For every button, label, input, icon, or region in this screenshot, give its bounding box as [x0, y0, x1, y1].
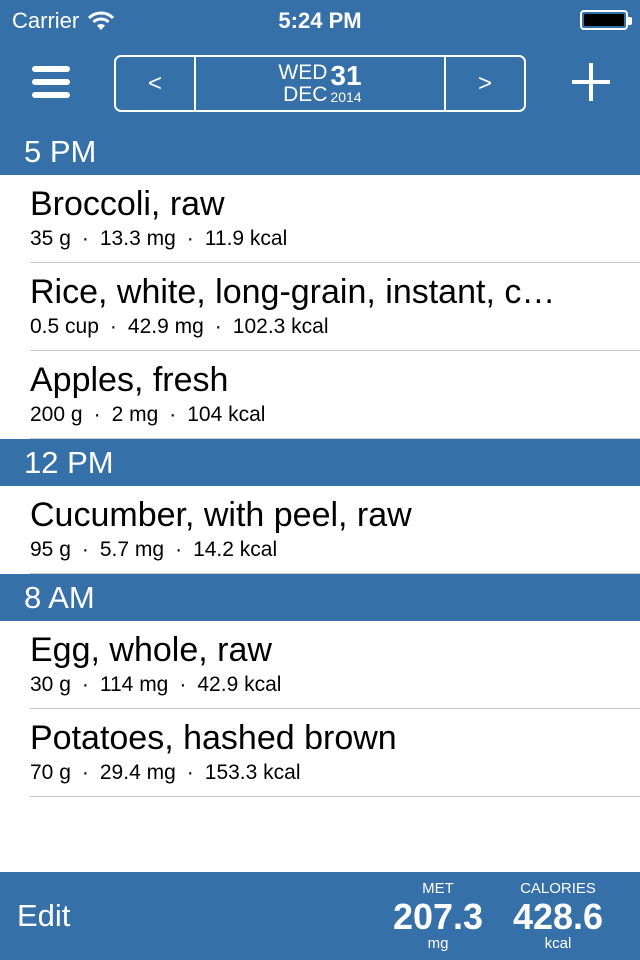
met-total: MET 207.3 mg	[388, 880, 488, 952]
calories-total: CALORIES 428.6 kcal	[506, 880, 610, 952]
bottom-bar: Edit MET 207.3 mg CALORIES 428.6 kcal	[0, 872, 640, 960]
battery-icon	[580, 10, 632, 30]
separator-dot: ·	[81, 761, 89, 784]
food-amount: 70 g	[30, 761, 71, 784]
separator-dot: ·	[186, 761, 194, 784]
food-amount: 0.5 cup	[30, 315, 99, 338]
separator-dot: ·	[186, 227, 194, 250]
food-details: 70 g · 29.4 mg · 153.3 kcal	[30, 759, 640, 787]
food-kcal: 11.9 kcal	[204, 227, 288, 250]
food-entry-row[interactable]: Apples, fresh 200 g · 2 mg · 104 kcal	[0, 351, 640, 439]
food-amount: 35 g	[30, 227, 71, 250]
met-unit: mg	[427, 935, 449, 952]
status-bar: Carrier 5:24 PM	[0, 0, 640, 40]
food-amount: 95 g	[30, 538, 71, 561]
food-mg: 13.3 mg	[99, 227, 176, 250]
add-icon[interactable]	[572, 63, 610, 101]
separator-dot: ·	[109, 315, 117, 338]
food-kcal: 153.3 kcal	[204, 761, 301, 784]
month-label: DEC	[283, 82, 328, 106]
edit-button[interactable]: Edit	[17, 898, 70, 934]
separator-dot: ·	[81, 227, 89, 250]
food-details: 0.5 cup · 42.9 mg · 102.3 kcal	[30, 313, 640, 341]
met-value: 207.3	[392, 896, 484, 937]
menu-icon[interactable]	[32, 66, 70, 98]
date-display[interactable]: WED DEC 31 2014	[196, 57, 444, 110]
top-bar: Carrier 5:24 PM < WED DEC 31 2014 >	[0, 0, 640, 128]
separator-dot: ·	[214, 315, 222, 338]
food-mg: 114 mg	[99, 673, 169, 696]
food-name: Rice, white, long-grain, instant, c…	[30, 273, 556, 311]
food-kcal: 102.3 kcal	[232, 315, 329, 338]
weekday-label: WED	[278, 60, 328, 84]
food-kcal: 42.9 kcal	[197, 673, 282, 696]
status-time: 5:24 PM	[278, 8, 362, 33]
calories-value: 428.6	[512, 896, 604, 937]
food-entry-row[interactable]: Rice, white, long-grain, instant, c… 0.5 …	[0, 263, 640, 351]
day-label: 31	[330, 59, 362, 91]
calories-unit: kcal	[544, 935, 572, 952]
food-mg: 42.9 mg	[127, 315, 204, 338]
food-details: 30 g · 114 mg · 42.9 kcal	[30, 671, 640, 699]
separator-dot: ·	[175, 538, 183, 561]
food-mg: 29.4 mg	[99, 761, 176, 784]
food-mg: 5.7 mg	[99, 538, 165, 561]
food-kcal: 14.2 kcal	[193, 538, 278, 561]
separator-dot: ·	[93, 403, 101, 426]
food-log-list: 5 PM Broccoli, raw 35 g · 13.3 mg · 11.9 kcal R…	[0, 128, 640, 797]
food-details: 95 g · 5.7 mg · 14.2 kcal	[30, 536, 640, 564]
previous-day-button[interactable]: <	[116, 57, 196, 110]
food-name: Potatoes, hashed brown	[30, 719, 397, 757]
separator-dot: ·	[169, 403, 177, 426]
year-label: 2014	[330, 88, 362, 105]
food-kcal: 104 kcal	[187, 403, 266, 426]
separator-dot: ·	[81, 538, 89, 561]
food-details: 35 g · 13.3 mg · 11.9 kcal	[30, 225, 640, 253]
food-amount: 200 g	[30, 403, 83, 426]
separator-dot: ·	[81, 673, 89, 696]
food-entry-row[interactable]: Cucumber, with peel, raw 95 g · 5.7 mg · 14.2…	[0, 486, 640, 574]
section-header: 5 PM	[0, 128, 640, 175]
food-details: 200 g · 2 mg · 104 kcal	[30, 401, 640, 429]
separator-dot: ·	[179, 673, 187, 696]
food-name: Apples, fresh	[30, 361, 229, 399]
food-name: Cucumber, with peel, raw	[30, 496, 412, 534]
next-day-button[interactable]: >	[444, 57, 524, 110]
food-entry-row[interactable]: Potatoes, hashed brown 70 g · 29.4 mg · 153.3…	[0, 709, 640, 797]
food-name: Broccoli, raw	[30, 185, 225, 223]
food-amount: 30 g	[30, 673, 71, 696]
section-header: 8 AM	[0, 574, 640, 621]
food-entry-row[interactable]: Broccoli, raw 35 g · 13.3 mg · 11.9 kcal	[0, 175, 640, 263]
food-entry-row[interactable]: Egg, whole, raw 30 g · 114 mg · 42.9 kcal	[0, 621, 640, 709]
date-navigator: < WED DEC 31 2014 >	[114, 55, 526, 112]
food-mg: 2 mg	[111, 403, 159, 426]
section-header: 12 PM	[0, 439, 640, 486]
food-name: Egg, whole, raw	[30, 631, 272, 669]
